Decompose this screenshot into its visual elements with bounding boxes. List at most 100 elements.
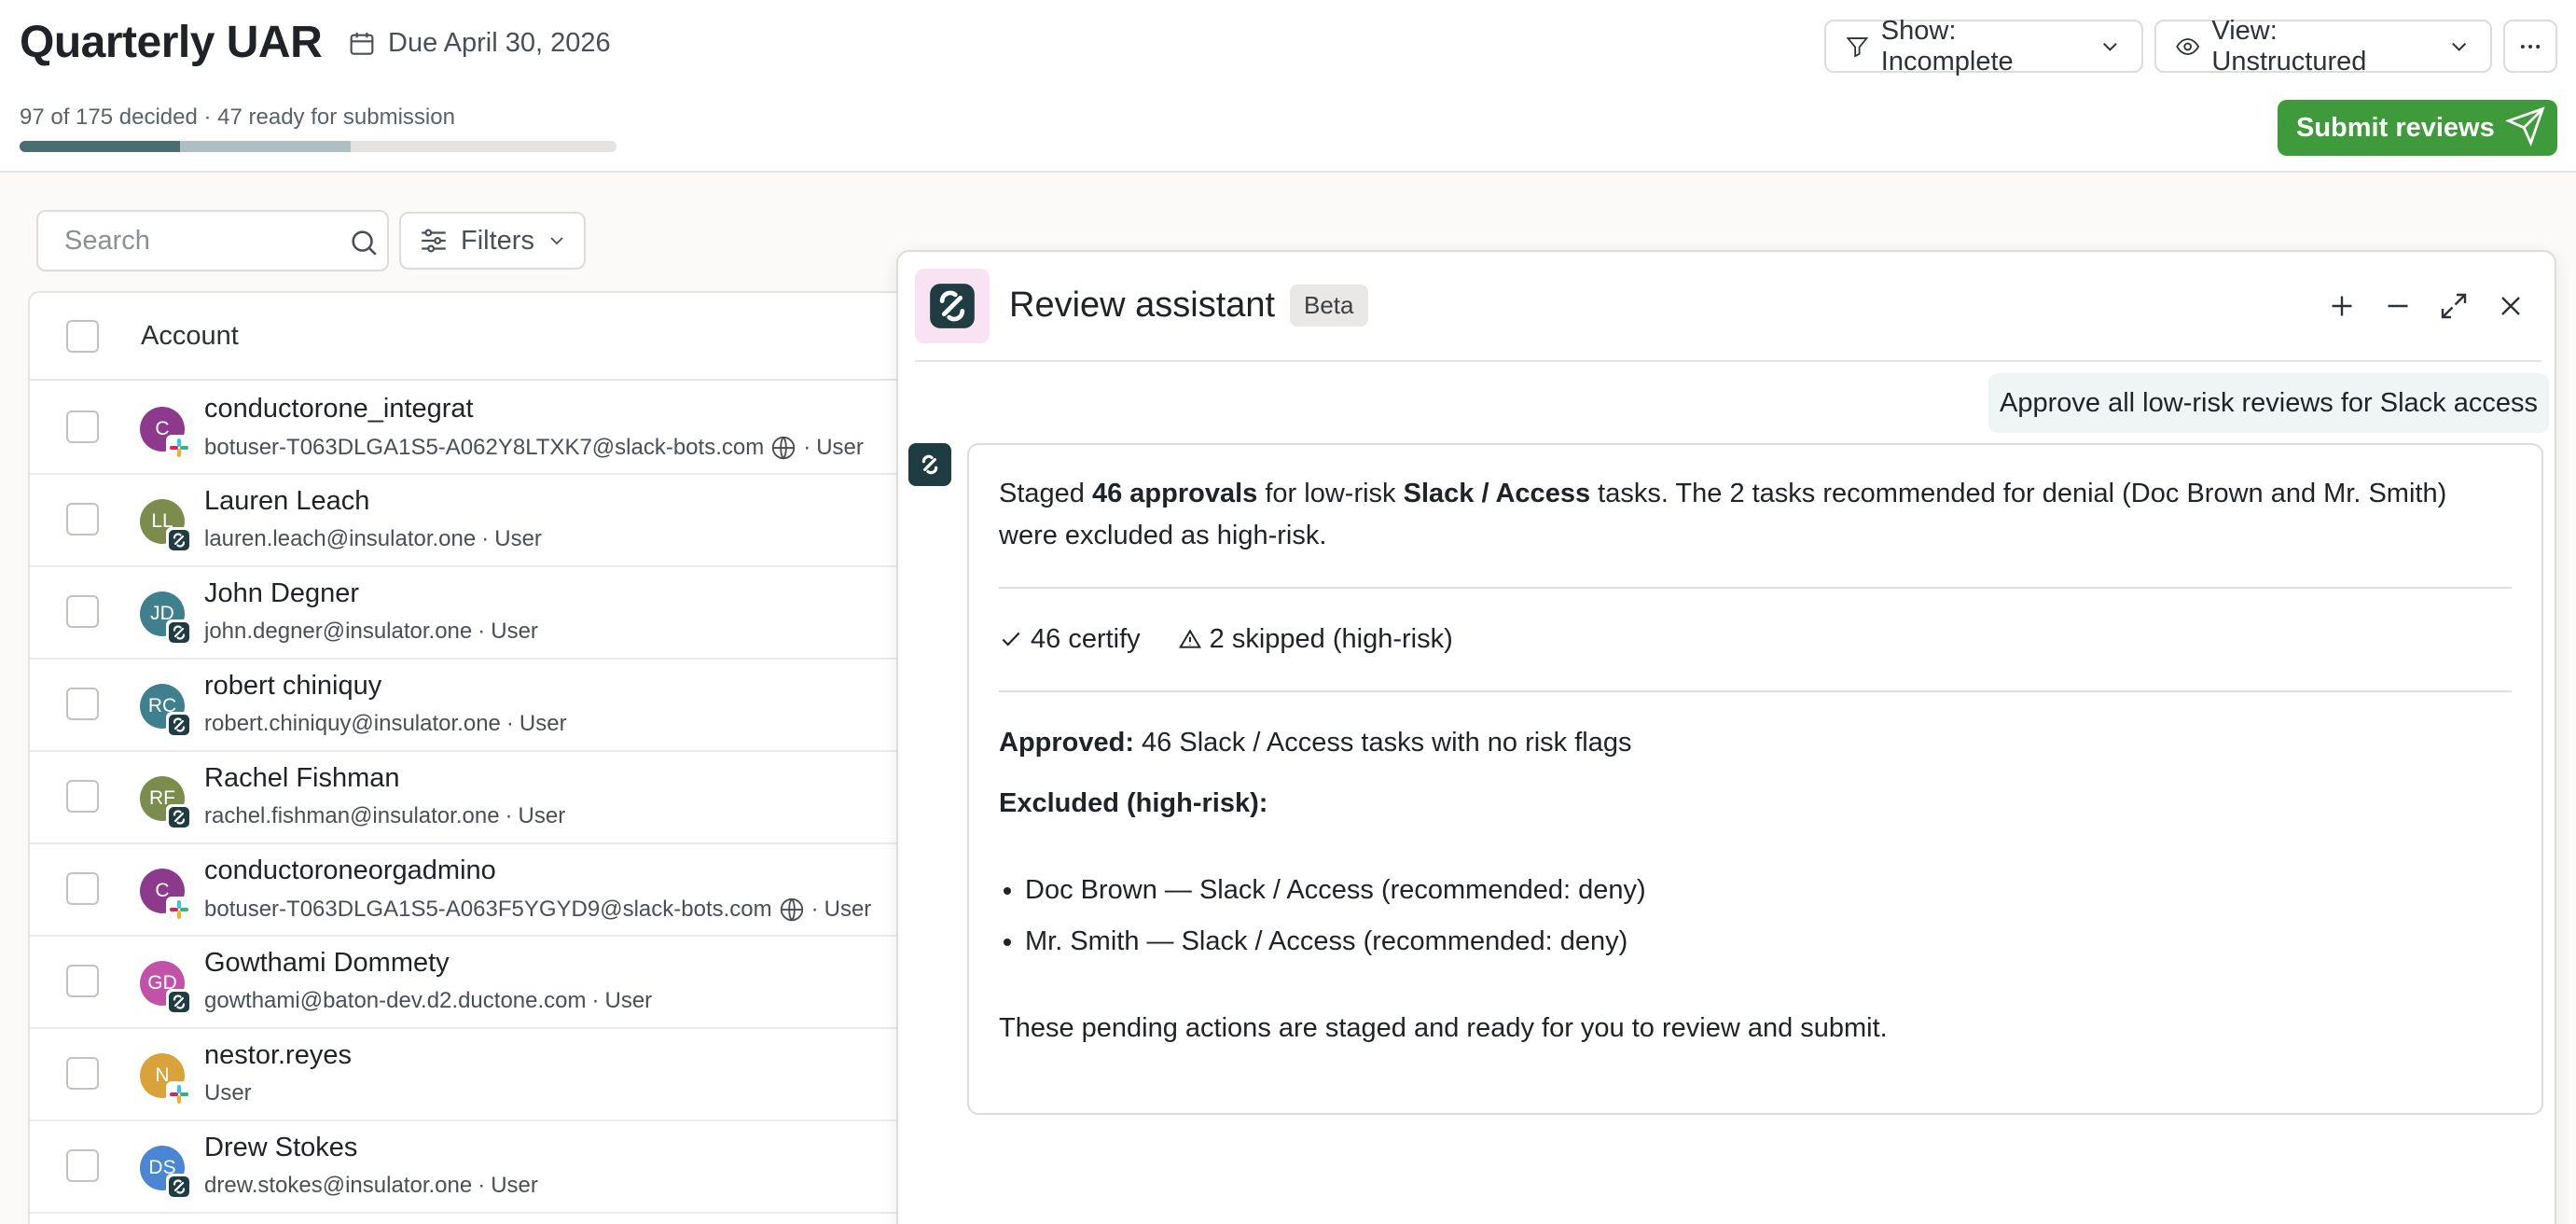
row-checkbox[interactable] [66, 688, 99, 720]
minimize-button[interactable] [2381, 289, 2415, 323]
table-row[interactable]: LL Lauren Leach lauren.leach@insulator.one… [30, 475, 963, 567]
conductorone-logo-icon [930, 284, 975, 328]
table-row[interactable]: Cconductorone_integrat botuser-T063DLGA1S… [30, 382, 963, 475]
send-icon [2505, 106, 2545, 146]
accounts-table: Account Cconductorone_integrat botuser-T0… [28, 291, 963, 1224]
conductorone-icon [169, 622, 189, 643]
user-message: Approve all low-risk reviews for Slack a… [1988, 373, 2549, 433]
conductorone-icon [169, 992, 189, 1012]
table-row[interactable]: Cconductoroneorgadmino botuser-T063DLGA1S… [30, 844, 963, 937]
separator: · [478, 1173, 486, 1198]
more-options-button[interactable] [2503, 20, 2557, 73]
progress-ready-fill [20, 141, 180, 152]
app-badge [166, 1174, 192, 1200]
summary-app: Slack / Access [1403, 479, 1591, 508]
account-email: robert.chiniquy@insulator.one [204, 711, 501, 736]
search-icon[interactable] [348, 227, 380, 258]
separator: · [810, 897, 819, 922]
row-checkbox[interactable] [66, 1057, 99, 1090]
table-row[interactable]: GD Gowthami Dommety gowthami@baton-dev.d2.… [30, 937, 963, 1029]
account-details: drew.stokes@insulator.one · User [204, 1173, 538, 1199]
account-details: lauren.leach@insulator.one · User [204, 526, 542, 552]
slack-icon [170, 1085, 188, 1104]
minus-icon [2388, 304, 2408, 308]
row-checkbox[interactable] [66, 965, 99, 997]
row-checkbox[interactable] [66, 780, 99, 813]
account-name: Lauren Leach [204, 486, 370, 516]
account-email: drew.stokes@insulator.one [204, 1173, 473, 1198]
separator: · [478, 619, 486, 644]
app-badge [166, 527, 192, 553]
summary-text: Staged [999, 479, 1092, 508]
page-title: Quarterly UAR [20, 18, 323, 67]
account-email: botuser-T063DLGA1S5-A062Y8LTXK7@slack-bo… [204, 435, 765, 460]
conductorone-icon [169, 715, 189, 735]
panel-title: Review assistant [1009, 285, 1276, 325]
account-name: conductoroneorgadmino [204, 855, 496, 885]
row-checkbox[interactable] [66, 503, 99, 536]
account-email: botuser-T063DLGA1S5-A063F5YGYD9@slack-bo… [204, 897, 772, 922]
account-name: robert chiniquy [204, 671, 382, 701]
app-badge [166, 435, 192, 461]
close-button[interactable] [2494, 289, 2528, 323]
row-checkbox[interactable] [66, 595, 99, 628]
summary-text: for low-risk [1257, 479, 1404, 508]
separator: · [803, 435, 811, 460]
check-icon [1002, 633, 1020, 647]
account-name: Drew Stokes [204, 1133, 358, 1162]
table-header: Account [30, 293, 963, 381]
closing-text: These pending actions are staged and rea… [999, 1012, 1888, 1043]
account-details: botuser-T063DLGA1S5-A062Y8LTXK7@slack-bo… [204, 434, 864, 462]
beta-badge: Beta [1290, 285, 1368, 327]
select-all-checkbox[interactable] [66, 320, 99, 353]
due-date-text: Due April 30, 2026 [388, 28, 611, 58]
filters-label: Filters [461, 225, 534, 256]
separator: · [481, 526, 490, 551]
submit-reviews-button[interactable]: Submit reviews [2278, 100, 2557, 156]
review-assistant-panel: Review assistant Beta Approve all low-ri… [896, 250, 2556, 1224]
account-email: gowthami@baton-dev.d2.ductone.com [204, 988, 587, 1013]
eye-icon [2176, 37, 2200, 55]
response-divider [999, 586, 2512, 589]
more-horizontal-icon [2520, 44, 2541, 49]
account-email: lauren.leach@insulator.one [204, 526, 477, 551]
table-row[interactable]: DS Drew Stokes drew.stokes@insulator.one · U… [30, 1121, 963, 1214]
table-row[interactable]: RC robert chiniquy robert.chiniquy@insulat… [30, 660, 963, 752]
funnel-icon [1846, 36, 1869, 57]
table-row[interactable]: JD John Degner john.degner@insulator.one · U… [30, 567, 963, 660]
expand-icon [2441, 293, 2467, 319]
account-type: User [204, 1080, 252, 1106]
progress-text: 97 of 175 decided · 47 ready for submiss… [20, 104, 455, 130]
panel-divider [915, 360, 2541, 362]
plus-icon [2332, 296, 2352, 316]
account-type: User [824, 897, 872, 922]
view-select-button[interactable]: View: Unstructured [2154, 16, 2492, 76]
new-chat-button[interactable] [2325, 289, 2359, 323]
separator: · [591, 988, 600, 1013]
table-row[interactable]: Nnestor.reyes User [30, 1029, 963, 1121]
expand-button[interactable] [2437, 289, 2471, 323]
row-checkbox[interactable] [66, 1149, 99, 1182]
show-filter-button[interactable]: Show: Incomplete [1824, 16, 2143, 76]
response-summary: Staged 46 approvals for low-risk Slack /… [999, 473, 2512, 557]
row-checkbox[interactable] [66, 410, 99, 443]
row-checkbox[interactable] [66, 872, 99, 905]
account-email: john.degner@insulator.one [204, 619, 473, 644]
search-input[interactable] [40, 214, 339, 268]
conductorone-icon [169, 1176, 189, 1197]
app-badge [166, 897, 192, 923]
stat-skipped: 2 skipped (high-risk) [1178, 619, 1453, 661]
account-details: botuser-T063DLGA1S5-A063F5YGYD9@slack-bo… [204, 896, 871, 924]
excluded-item: Doc Brown — Slack / Access (recommended:… [1025, 869, 2512, 911]
assistant-avatar [908, 443, 951, 486]
account-type: User [816, 435, 864, 460]
separator: · [505, 803, 513, 828]
approved-label: Approved: [999, 727, 1134, 758]
filters-button[interactable]: Filters [399, 212, 586, 270]
view-select-label: View: Unstructured [2211, 15, 2367, 76]
app-badge [166, 804, 192, 830]
assistant-logo [915, 269, 990, 343]
account-type: User [491, 1173, 538, 1198]
conductorone-icon [169, 807, 189, 828]
table-row[interactable]: RF Rachel Fishman rachel.fishman@insulator… [30, 752, 963, 844]
